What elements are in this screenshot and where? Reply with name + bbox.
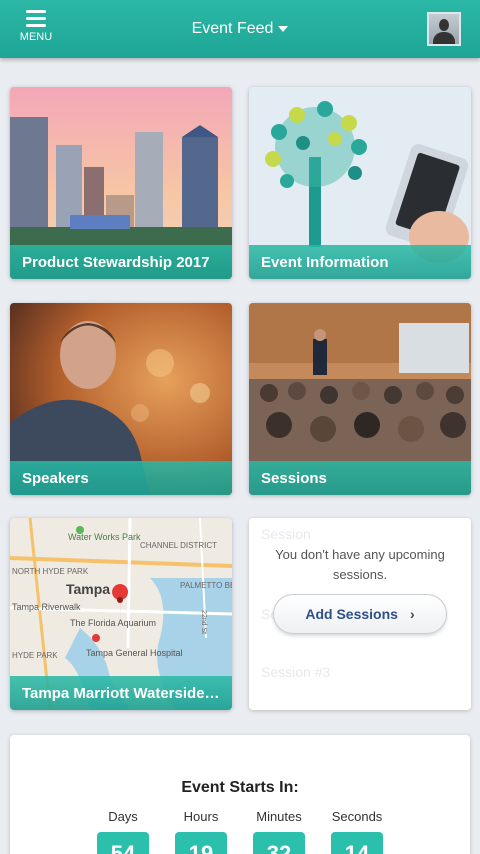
map-label: Water Works Park — [68, 532, 141, 542]
countdown-unit-label: Minutes — [256, 809, 302, 824]
tile-label: Tampa Marriott Waterside ... — [10, 676, 232, 710]
countdown-days: Days 54 — [88, 809, 158, 854]
ghost-session-row: Session #3 — [261, 664, 331, 680]
countdown-value: 54 — [97, 832, 149, 854]
countdown-value: 19 — [175, 832, 227, 854]
tile-label: Sessions — [249, 461, 471, 495]
event-feed-dropdown[interactable]: Event Feed — [0, 20, 480, 38]
countdown-value: 14 — [331, 832, 383, 854]
map-label: HYDE PARK — [12, 651, 58, 660]
countdown-unit-label: Days — [108, 809, 138, 824]
map-label: Tampa Riverwalk — [12, 602, 81, 612]
map-label: 22nd St — [200, 610, 207, 634]
countdown-card: Event Starts In: Days 54 Hours 19 Minute… — [10, 735, 470, 854]
avatar-body — [433, 32, 455, 44]
countdown-title: Event Starts In: — [181, 779, 299, 796]
top-bar: MENU Event Feed — [0, 0, 480, 58]
tile-sessions[interactable]: Sessions — [249, 303, 471, 495]
countdown-seconds: Seconds 14 — [322, 809, 392, 854]
tile-label: Event Information — [249, 245, 471, 279]
map-label: Tampa General Hospital — [86, 648, 183, 658]
tile-label: Product Stewardship 2017 — [10, 245, 232, 279]
map-label: NORTH HYDE PARK — [12, 567, 89, 576]
upcoming-sessions-card: Session Session #2 Session #3 You don't … — [249, 518, 471, 710]
tile-label: Speakers — [10, 461, 232, 495]
avatar-head — [439, 19, 449, 31]
map-label: CHANNEL DISTRICT — [140, 541, 217, 550]
map-label: The Florida Aquarium — [70, 618, 156, 628]
countdown-unit-label: Hours — [183, 809, 219, 824]
tile-speakers[interactable]: Speakers — [10, 303, 232, 495]
caret-down-icon — [278, 25, 289, 32]
tile-venue-map[interactable]: Water Works Park CHANNEL DISTRICT NORTH … — [10, 518, 232, 710]
countdown-hours: Hours 19 — [166, 809, 236, 854]
map-label: Tampa — [66, 581, 110, 597]
page-title: Event Feed — [191, 20, 274, 37]
empty-sessions-text: You don't have any upcoming sessions. — [275, 547, 445, 582]
countdown-minutes: Minutes 32 — [244, 809, 314, 854]
add-sessions-label: Add Sessions — [305, 606, 398, 622]
chevron-right-icon: › — [409, 606, 415, 622]
ghost-session-row: Session — [261, 526, 311, 542]
add-sessions-button[interactable]: Add Sessions › — [273, 594, 447, 634]
countdown-value: 32 — [253, 832, 305, 854]
profile-avatar-button[interactable] — [427, 12, 461, 46]
tile-event-information[interactable]: Event Information — [249, 87, 471, 279]
map-label: PALMETTO BEACH — [180, 581, 232, 590]
tile-product-stewardship[interactable]: Product Stewardship 2017 — [10, 87, 232, 279]
countdown-unit-label: Seconds — [331, 809, 383, 824]
